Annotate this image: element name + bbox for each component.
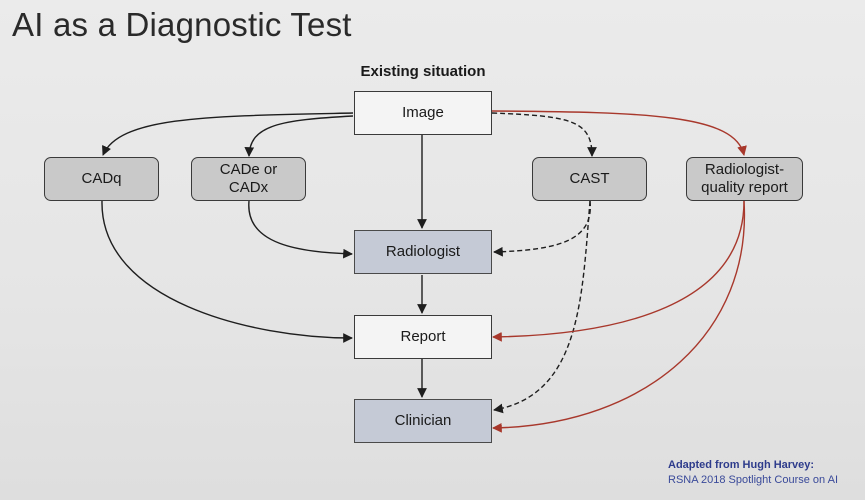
node-rqr-label-line1: Radiologist-	[704, 161, 785, 178]
credit-line-2: RSNA 2018 Spotlight Course on AI	[668, 474, 838, 486]
edge-image-to-cade	[244, 115, 354, 157]
node-cast-label: CAST	[569, 170, 610, 187]
slide: AI as a Diagnostic Test Existing situati…	[0, 0, 865, 500]
node-rqr-label-line2: quality report	[701, 179, 788, 196]
edge-image-to-rqr	[491, 110, 747, 156]
node-radiologist-label: Radiologist	[385, 243, 461, 260]
node-clinician: Clinician	[354, 399, 492, 443]
node-cadq-label: CADq	[81, 170, 122, 187]
edge-cade-to-radiologist	[248, 200, 353, 259]
node-cade-label-line2: CADx	[228, 179, 269, 196]
node-image-label: Image	[402, 104, 444, 121]
edge-rqr-to-clinician	[492, 200, 746, 433]
source-credit: Adapted from Hugh Harvey: RSNA 2018 Spot…	[668, 458, 838, 488]
node-cade-cadx: CADe or CADx	[191, 157, 306, 201]
node-image: Image	[354, 91, 492, 135]
node-radiologist-quality-report: Radiologist- quality report	[686, 157, 803, 201]
edge-cadq-to-report	[101, 200, 353, 343]
node-cade-label-line1: CADe or	[219, 161, 278, 178]
node-report: Report	[354, 315, 492, 359]
node-report-label: Report	[400, 328, 446, 345]
credit-line-1: Adapted from Hugh Harvey:	[668, 459, 815, 471]
edge-cast-to-clinician	[493, 200, 591, 414]
node-clinician-label: Clinician	[394, 412, 452, 429]
node-radiologist: Radiologist	[354, 230, 492, 274]
node-cadq: CADq	[44, 157, 159, 201]
node-cast: CAST	[532, 157, 647, 201]
edge-cast-to-radiologist	[493, 200, 591, 257]
edge-rqr-to-report	[492, 200, 745, 342]
edge-image-to-cast	[491, 112, 597, 157]
